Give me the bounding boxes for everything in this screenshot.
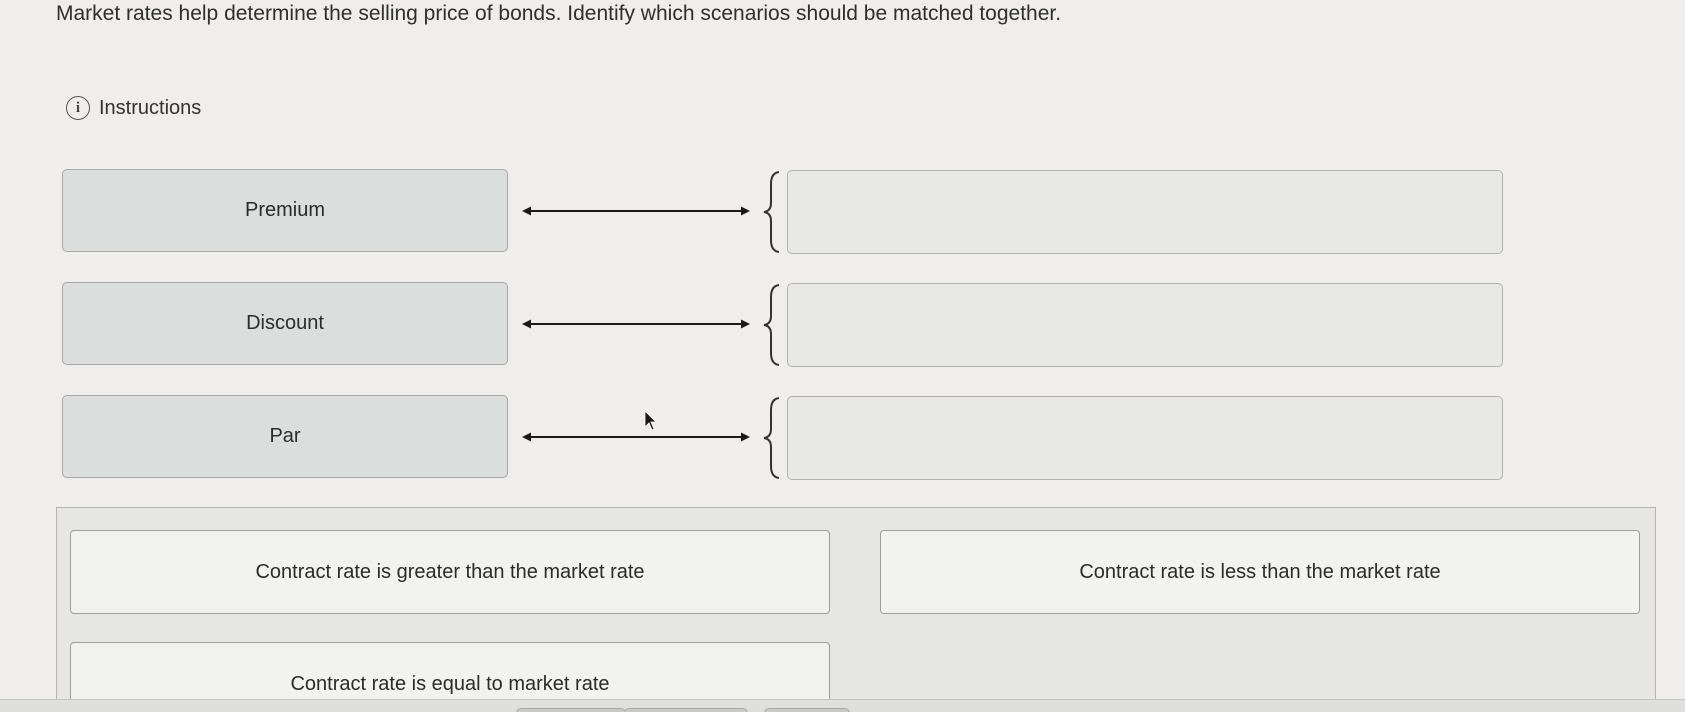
answer-bank: Contract rate is greater than the market…	[56, 507, 1656, 712]
double-arrow-icon	[522, 206, 750, 216]
left-brace-icon	[763, 284, 780, 366]
term-label: Par	[269, 425, 301, 447]
left-brace-icon	[763, 397, 780, 479]
mouse-pointer-icon	[644, 410, 657, 431]
term-label: Discount	[246, 312, 324, 334]
dropzone-premium[interactable]	[787, 170, 1503, 254]
bottom-button[interactable]	[764, 708, 850, 712]
choice-label: Contract rate is equal to market rate	[290, 672, 610, 695]
dropzone-par[interactable]	[787, 396, 1503, 480]
double-arrow-icon	[522, 432, 750, 442]
bottom-button[interactable]	[516, 708, 626, 712]
term-premium: Premium	[62, 169, 508, 252]
question-text: Market rates help determine the selling …	[56, 2, 1062, 25]
term-discount: Discount	[62, 282, 508, 365]
choice-less[interactable]: Contract rate is less than the market ra…	[880, 530, 1640, 614]
info-icon: i	[66, 96, 90, 120]
double-arrow-icon	[522, 319, 750, 329]
instructions-label: Instructions	[99, 96, 202, 119]
bottom-button[interactable]	[624, 708, 748, 712]
choice-label: Contract rate is greater than the market…	[255, 560, 645, 583]
dropzone-discount[interactable]	[787, 283, 1503, 367]
left-brace-icon	[763, 171, 780, 253]
choice-label: Contract rate is less than the market ra…	[1079, 560, 1441, 583]
choice-greater[interactable]: Contract rate is greater than the market…	[70, 530, 830, 614]
term-par: Par	[62, 395, 508, 478]
term-label: Premium	[244, 199, 325, 221]
instructions-toggle[interactable]: i Instructions	[66, 96, 201, 120]
